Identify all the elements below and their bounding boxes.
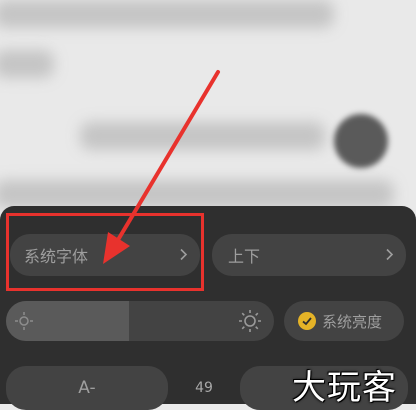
annotation-arrow: [103, 70, 220, 264]
watermark-text: 大玩客: [292, 368, 397, 408]
